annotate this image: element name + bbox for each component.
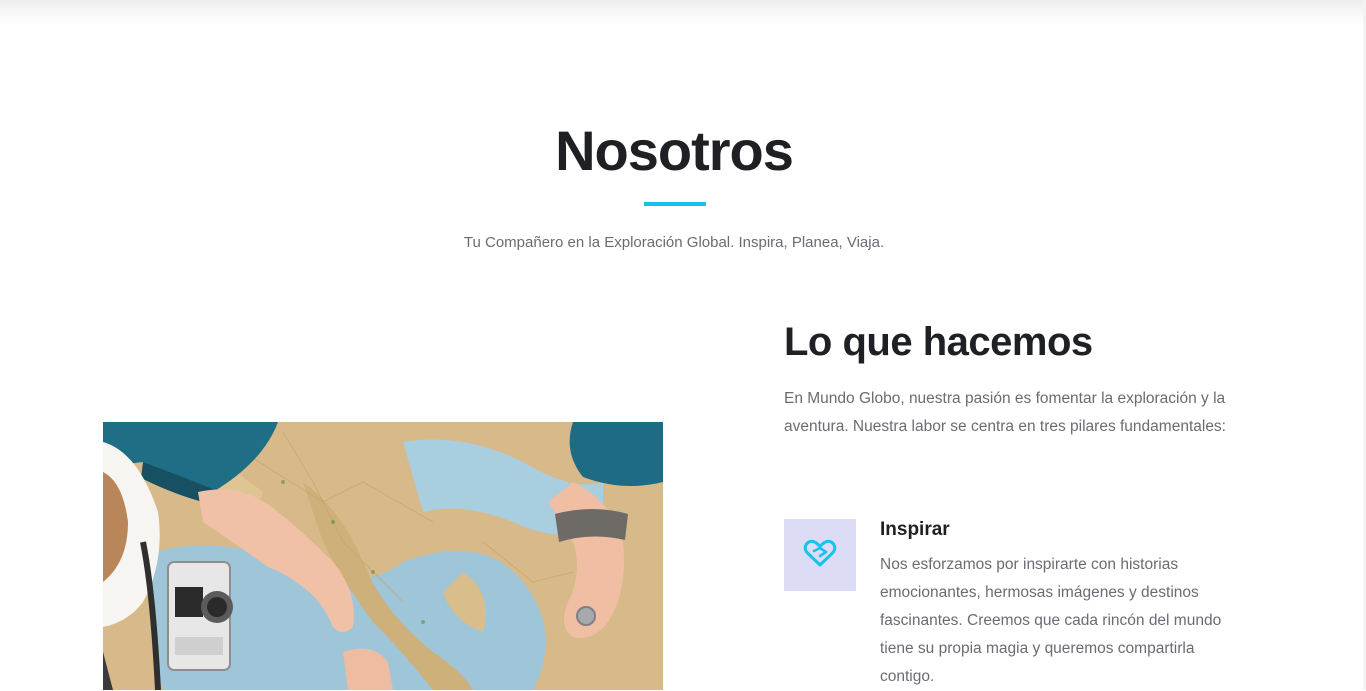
feature-icon-box [784,519,856,591]
feature-description: Nos esforzamos por inspirarte con histor… [880,556,1222,685]
title-underline [644,202,706,206]
header-shadow [0,0,1366,26]
travel-map-photo [103,422,663,690]
feature-title: Inspirar [880,519,950,540]
what-we-do-heading: Lo que hacemos [784,320,1093,364]
section-subtitle: Tu Compañero en la Exploración Global. I… [463,234,885,251]
heart-handshake-icon [803,538,837,573]
what-we-do-intro: En Mundo Globo, nuestra pasión es foment… [784,390,1226,435]
section-title: Nosotros [555,119,794,182]
